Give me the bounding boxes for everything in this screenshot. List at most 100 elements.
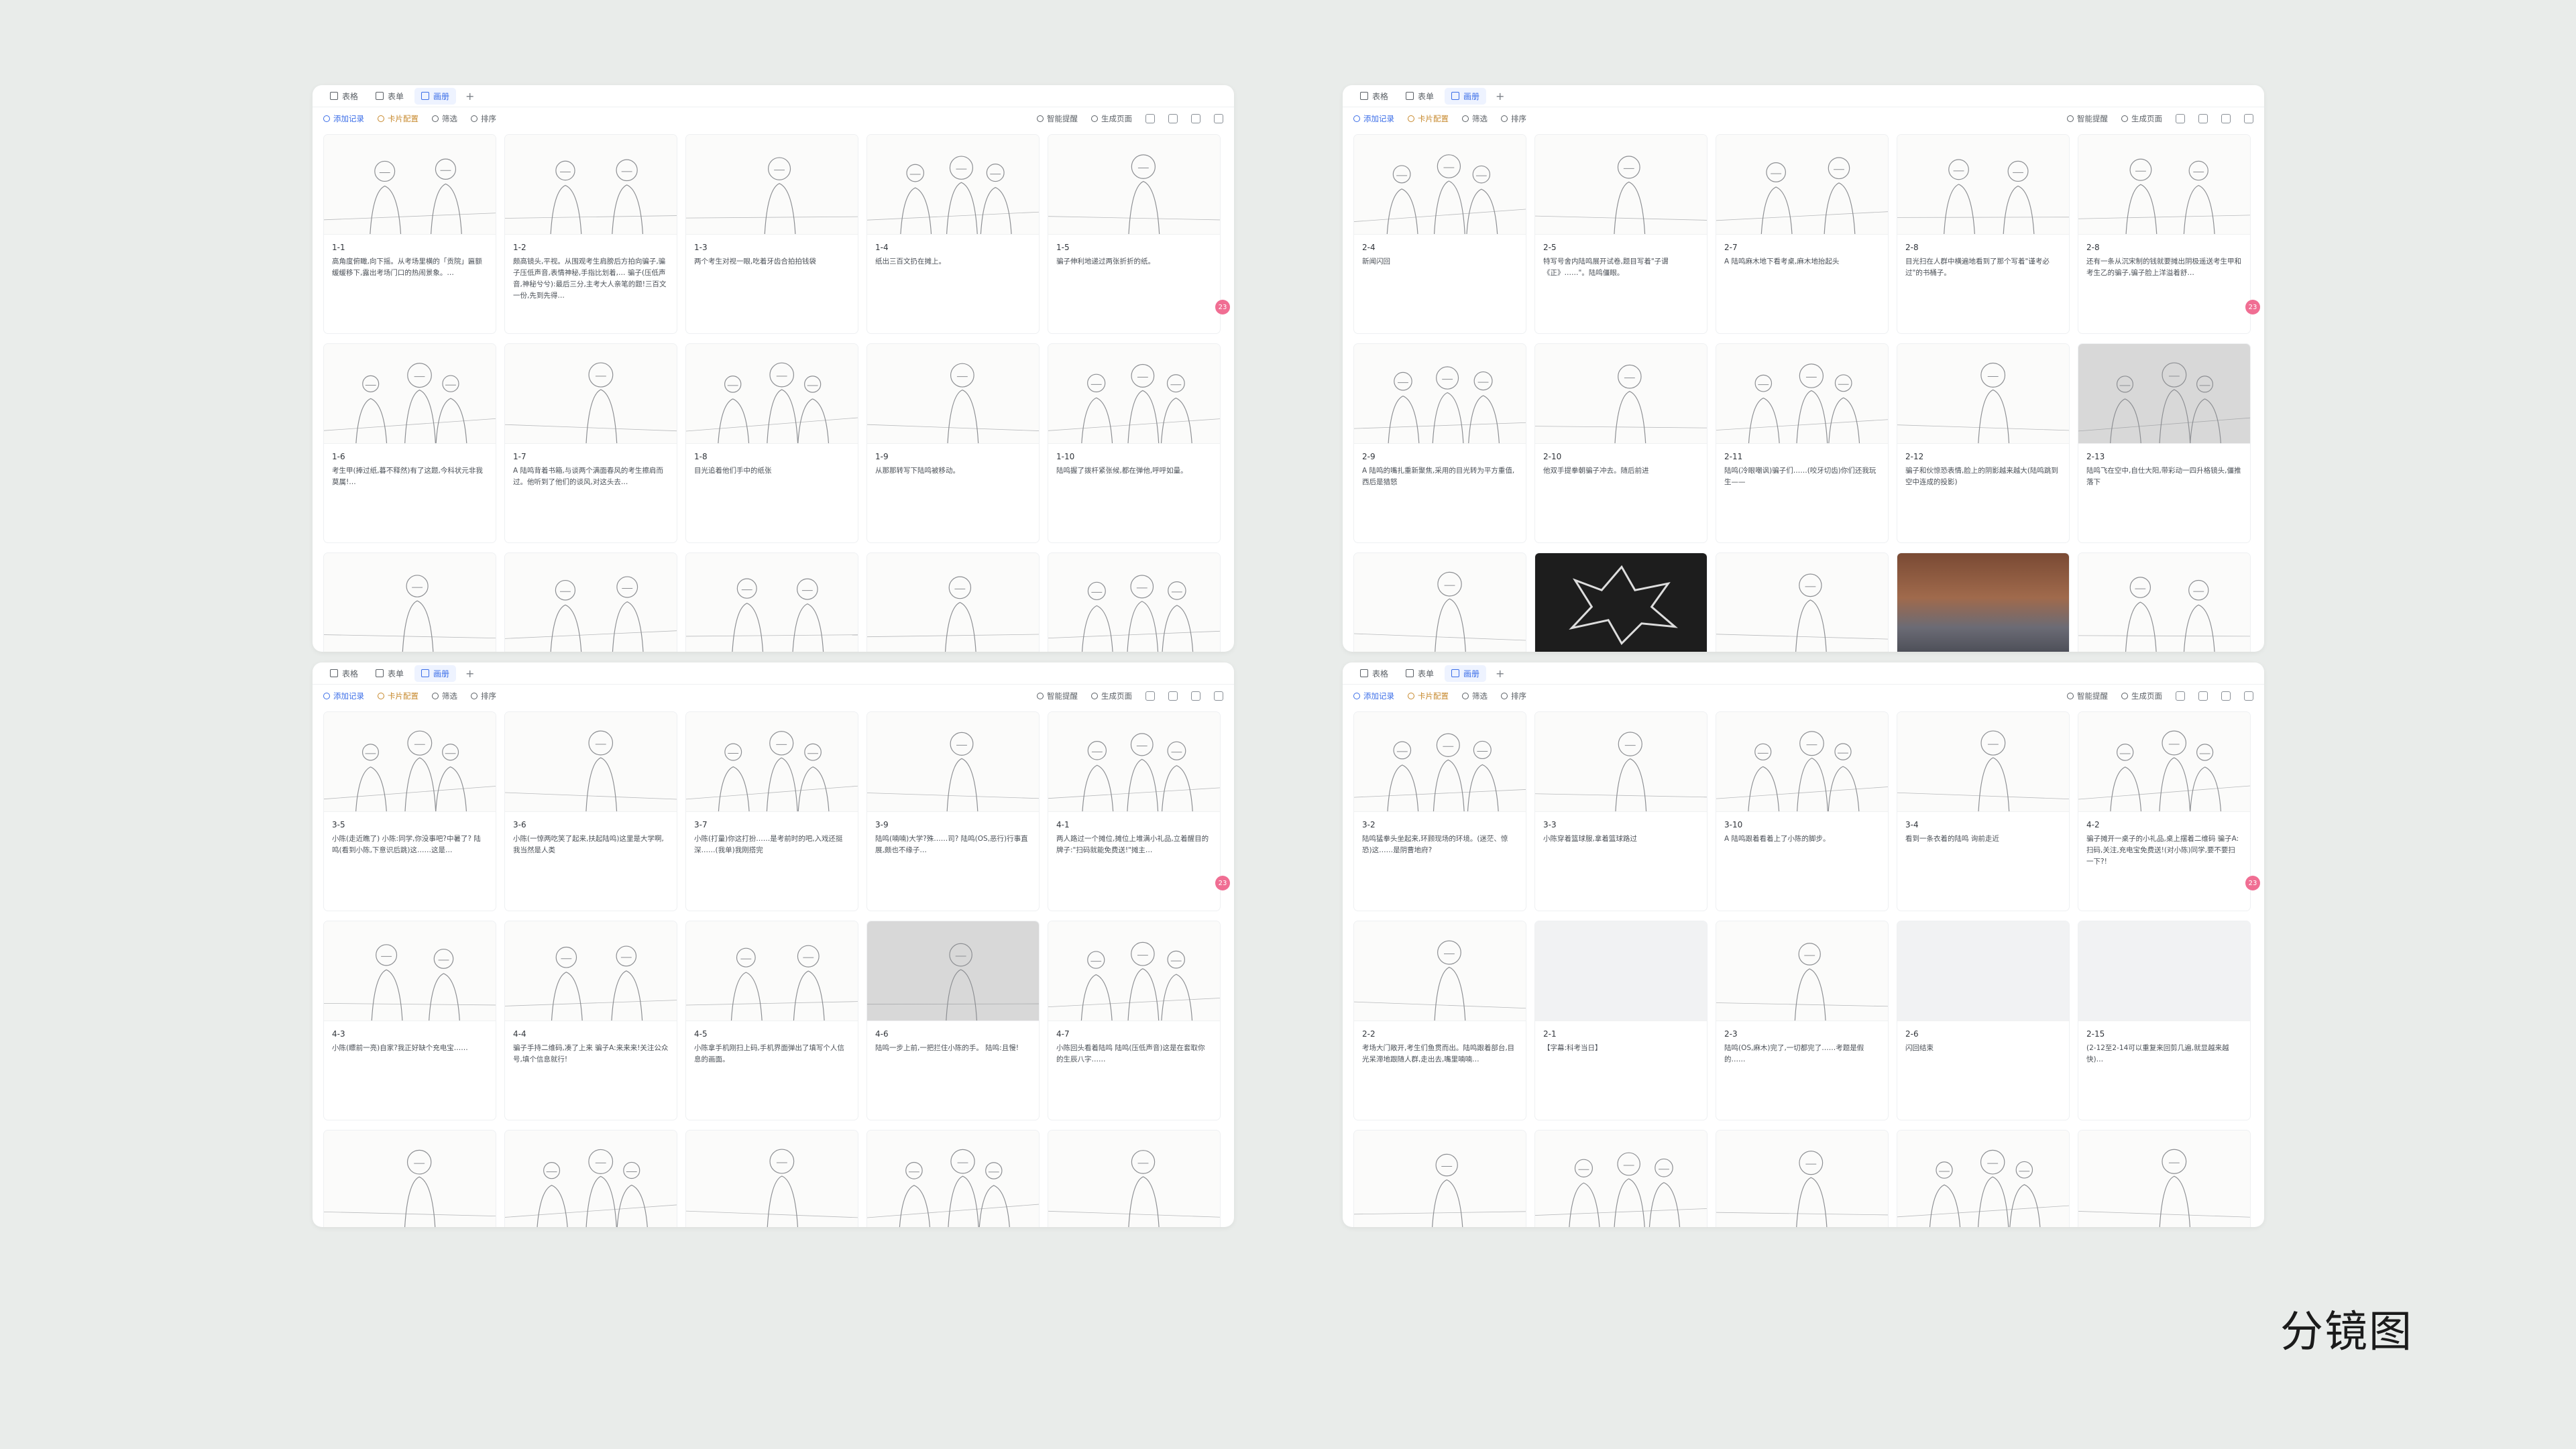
filter-button[interactable]: 筛选: [432, 113, 457, 124]
storyboard-card[interactable]: 1-3 两个考生对视一眼,吃着牙齿合拍拍钱袋: [685, 134, 858, 334]
tab-form[interactable]: 表单: [1399, 665, 1441, 682]
storyboard-card[interactable]: 4-7 小陈回头看着陆鸣 陆鸣(压低声音)这是在套取你的生辰八字……: [1048, 921, 1221, 1120]
add-view-button[interactable]: +: [1490, 667, 1510, 680]
smart-reminder-button[interactable]: 智能提醒: [2067, 113, 2108, 124]
storyboard-card[interactable]: [1353, 553, 1526, 652]
storyboard-card[interactable]: 4-3 小陈(瞟前一亮)自家?我正好缺个充电宝……: [323, 921, 496, 1120]
sort-button[interactable]: 排序: [1501, 691, 1526, 701]
generate-page-button[interactable]: 生成页面: [1091, 113, 1132, 124]
storyboard-card[interactable]: 2-3 陆鸣(OS,麻木)完了,一切都完了……考题是假的……: [1716, 921, 1889, 1120]
storyboard-card[interactable]: 4-4 骗子手持二维码,凑了上来 骗子A:来来来!关注公众号,填个信息就行!: [504, 921, 677, 1120]
storyboard-card[interactable]: 1-8 目光追着他们手中的纸张: [685, 343, 858, 543]
storyboard-card[interactable]: 1-4 纸出三百文扔在摊上。: [866, 134, 1040, 334]
storyboard-card[interactable]: 2-4 新闻闪回: [1353, 134, 1526, 334]
storyboard-card[interactable]: [1048, 1130, 1221, 1227]
storyboard-card[interactable]: [1716, 553, 1889, 652]
storyboard-card[interactable]: 2-15 (2-12至2-14可以重复来回剪几遍,就显越来越快)…: [2078, 921, 2251, 1120]
expand-icon[interactable]: [1214, 114, 1223, 123]
storyboard-card[interactable]: [685, 1130, 858, 1227]
storyboard-card[interactable]: 3-7 小陈(打量)你这打扮……是考前时的吧,入戏还挺深……(我单)我刚搭完: [685, 711, 858, 911]
storyboard-card[interactable]: [1353, 1130, 1526, 1227]
share-icon[interactable]: [1145, 114, 1155, 123]
expand-icon[interactable]: [1214, 691, 1223, 701]
storyboard-card[interactable]: 4-5 小陈拿手机刚扫上码,手机界面弹出了填写个人信息的画面。: [685, 921, 858, 1120]
storyboard-card[interactable]: 2-12 骗子和伙惊恐表情,脸上的阴影越来越大(陆鸣跳到空中连成的投影): [1897, 343, 2070, 543]
tab-gallery[interactable]: 画册: [414, 664, 457, 682]
storyboard-card[interactable]: [866, 1130, 1040, 1227]
storyboard-card[interactable]: 3-9 陆鸣(喃喃)大学?殊……司? 陆鸣(OS,恶行)行事直展,颇也不缘子…: [866, 711, 1040, 911]
generate-page-button[interactable]: 生成页面: [2121, 113, 2162, 124]
tab-gallery[interactable]: 画册: [1445, 87, 1487, 105]
storyboard-card[interactable]: 3-2 陆鸣猛拳头坐起来,环顾现场的环境。(迷茫、惊恐)这……是阴曹地府?: [1353, 711, 1526, 911]
redo-icon[interactable]: [2221, 691, 2231, 701]
smart-reminder-button[interactable]: 智能提醒: [2067, 691, 2108, 701]
storyboard-card[interactable]: 1-6 考生甲(捧过纸,暮不释然)有了这题,今科状元非我莫属!…: [323, 343, 496, 543]
tab-table[interactable]: 表格: [323, 665, 365, 682]
storyboard-card[interactable]: 2-10 他双手提拳朝骗子冲去。随后前进: [1534, 343, 1707, 543]
storyboard-card[interactable]: 2-1 【字幕:科考当日】: [1534, 921, 1707, 1120]
tab-gallery[interactable]: 画册: [1445, 664, 1487, 682]
generate-page-button[interactable]: 生成页面: [1091, 691, 1132, 701]
add-record-button[interactable]: 添加记录: [323, 113, 364, 124]
storyboard-card[interactable]: 1-7 A 陆鸣背着书箱,与谈两个满面春风的考生擦肩而过。他听到了他们的谈风,对这…: [504, 343, 677, 543]
storyboard-card[interactable]: 2-8 目光扫在人群中横遍地看到了那个写着"谨考必过"的书桶子。: [1897, 134, 2070, 334]
storyboard-card[interactable]: 1-9 从那那转写下陆鸣被移动。: [866, 343, 1040, 543]
storyboard-card[interactable]: 2-5 特写号舍内陆鸣展开试卷,题目写着"子谓《正》……"。陆鸣僵眼。: [1534, 134, 1707, 334]
undo-icon[interactable]: [1168, 114, 1178, 123]
storyboard-card[interactable]: [1534, 553, 1707, 652]
tab-form[interactable]: 表单: [1399, 88, 1441, 105]
storyboard-card[interactable]: 2-2 考场大门敞开,考生们鱼贯而出。陆鸣跟着部台,目光呆滞地跟随人群,走出去,嘴…: [1353, 921, 1526, 1120]
sort-button[interactable]: 排序: [1501, 113, 1526, 124]
storyboard-card[interactable]: 4-1 两人路过一个摊位,摊位上堆满小礼品,立着醒目的牌子:"扫码就能免费送!"摊…: [1048, 711, 1221, 911]
storyboard-card[interactable]: 1-2 颇高镜头,平视。从围观考生肩膀后方拍向骗子,骗子压低声音,表情神秘,手指比…: [504, 134, 677, 334]
undo-icon[interactable]: [2198, 691, 2208, 701]
generate-page-button[interactable]: 生成页面: [2121, 691, 2162, 701]
storyboard-card[interactable]: 3-4 看到一条衣着的陆鸣 询前走近: [1897, 711, 2070, 911]
redo-icon[interactable]: [2221, 114, 2231, 123]
add-record-button[interactable]: 添加记录: [1353, 113, 1394, 124]
add-record-button[interactable]: 添加记录: [323, 691, 364, 701]
add-view-button[interactable]: +: [460, 90, 480, 103]
share-icon[interactable]: [2176, 114, 2185, 123]
storyboard-card[interactable]: 3-10 A 陆鸣跟着看着上了小陈的脚步。: [1716, 711, 1889, 911]
storyboard-card[interactable]: [323, 553, 496, 652]
tab-form[interactable]: 表单: [369, 665, 410, 682]
tab-table[interactable]: 表格: [1353, 665, 1395, 682]
storyboard-card[interactable]: [866, 553, 1040, 652]
storyboard-card[interactable]: [1897, 553, 2070, 652]
tab-gallery[interactable]: 画册: [414, 87, 457, 105]
tab-table[interactable]: 表格: [323, 88, 365, 105]
storyboard-card[interactable]: [1897, 1130, 2070, 1227]
storyboard-card[interactable]: [685, 553, 858, 652]
undo-icon[interactable]: [2198, 114, 2208, 123]
filter-button[interactable]: 筛选: [1462, 113, 1488, 124]
storyboard-card[interactable]: [1048, 553, 1221, 652]
storyboard-card[interactable]: [1716, 1130, 1889, 1227]
add-view-button[interactable]: +: [460, 667, 480, 680]
storyboard-card[interactable]: [1534, 1130, 1707, 1227]
storyboard-card[interactable]: 1-5 骗子伸利地递过两张折折的纸。: [1048, 134, 1221, 334]
storyboard-card[interactable]: [504, 553, 677, 652]
storyboard-card[interactable]: [504, 1130, 677, 1227]
storyboard-card[interactable]: 1-10 陆鸣握了拨杆紧张候,都在弹他,呼呼如量。: [1048, 343, 1221, 543]
filter-button[interactable]: 筛选: [432, 691, 457, 701]
card-config-button[interactable]: 卡片配置: [378, 113, 418, 124]
redo-icon[interactable]: [1191, 114, 1200, 123]
storyboard-card[interactable]: 2-6 闪回结束: [1897, 921, 2070, 1120]
card-config-button[interactable]: 卡片配置: [1408, 691, 1449, 701]
filter-button[interactable]: 筛选: [1462, 691, 1488, 701]
storyboard-card[interactable]: 1-1 高角度俯瞰,向下摇。从考场里横的「贡院」匾额缓缓移下,露出考场门口的热闹景…: [323, 134, 496, 334]
share-icon[interactable]: [2176, 691, 2185, 701]
smart-reminder-button[interactable]: 智能提醒: [1037, 113, 1078, 124]
card-config-button[interactable]: 卡片配置: [1408, 113, 1449, 124]
expand-icon[interactable]: [2244, 691, 2253, 701]
storyboard-card[interactable]: 4-6 陆鸣一步上前,一把拦住小陈的手。 陆鸣:且慢!: [866, 921, 1040, 1120]
storyboard-card[interactable]: 2-7 A 陆鸣麻木地下看考桌,麻木地抬起头: [1716, 134, 1889, 334]
add-view-button[interactable]: +: [1490, 90, 1510, 103]
tab-table[interactable]: 表格: [1353, 88, 1395, 105]
sort-button[interactable]: 排序: [471, 113, 496, 124]
tab-form[interactable]: 表单: [369, 88, 410, 105]
undo-icon[interactable]: [1168, 691, 1178, 701]
smart-reminder-button[interactable]: 智能提醒: [1037, 691, 1078, 701]
add-record-button[interactable]: 添加记录: [1353, 691, 1394, 701]
